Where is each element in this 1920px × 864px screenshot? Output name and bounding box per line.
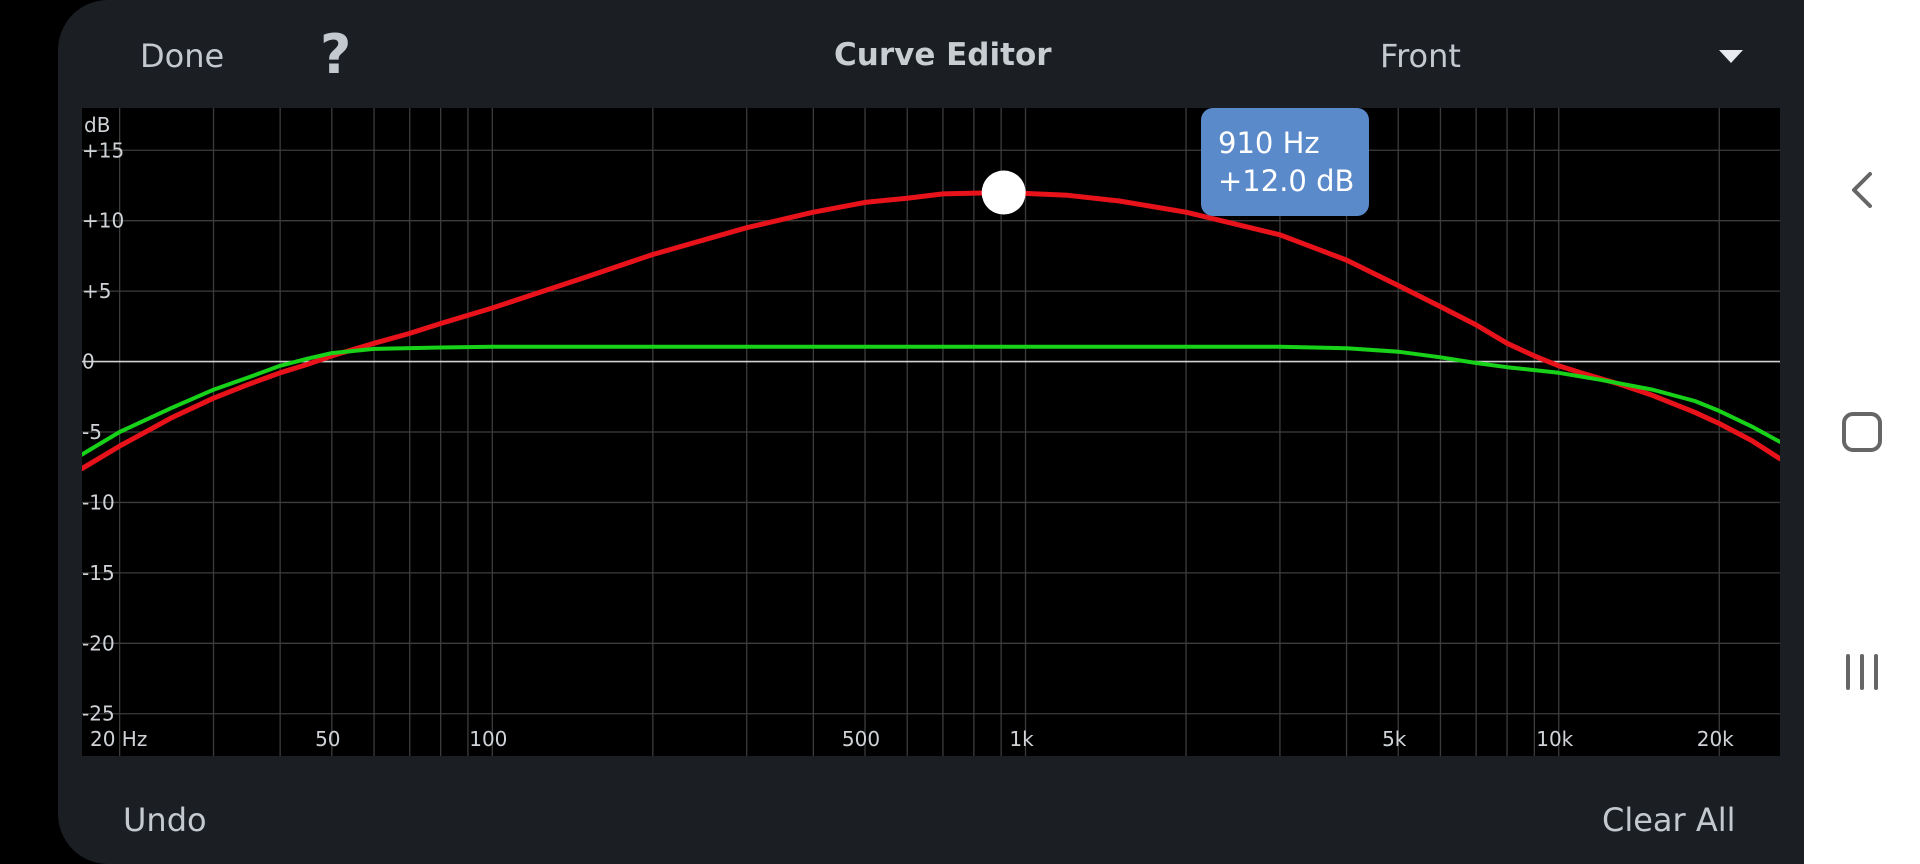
y-tick-label: +5 xyxy=(82,279,111,303)
dropdown-arrow-icon[interactable] xyxy=(1719,50,1743,63)
result-curve-line xyxy=(82,344,1780,457)
undo-button[interactable]: Undo xyxy=(123,804,207,836)
x-tick-label: 10k xyxy=(1536,727,1573,751)
y-axis-unit-label: dB xyxy=(84,113,110,137)
y-tick-label: -25 xyxy=(82,702,115,726)
x-tick-label: 5k xyxy=(1382,727,1407,751)
x-tick-label: 20k xyxy=(1697,727,1734,751)
curve-editor-app: Done ? Curve Editor Front dB +15 +10 +5 0 -5 -… xyxy=(58,0,1804,864)
control-point-handle[interactable] xyxy=(981,170,1026,215)
y-tick-label: -20 xyxy=(82,631,115,655)
y-tick-label: -5 xyxy=(82,420,102,444)
page-title: Curve Editor xyxy=(834,37,1052,73)
eq-curve-chart[interactable]: dB+15 +10 +5 0 -5 -10 -15 -20 -2520 Hz 50 100 500 1k… xyxy=(82,108,1780,756)
home-square-icon[interactable] xyxy=(1840,410,1884,454)
tooltip-frequency: 910 Hz xyxy=(1218,126,1320,160)
recents-lines-icon[interactable] xyxy=(1842,652,1882,692)
help-icon[interactable]: ? xyxy=(320,28,351,82)
y-tick-label: -10 xyxy=(82,490,115,514)
control-point-tooltip: 910 Hz +12.0 dB xyxy=(1201,108,1369,216)
clear-all-button[interactable]: Clear All xyxy=(1602,804,1736,836)
eq-graph-area[interactable]: dB +15 +10 +5 0 -5 -10 -15 -20 -25 20 Hz 50 100 500 1k… xyxy=(82,108,1780,756)
x-tick-label: 100 xyxy=(469,727,507,751)
y-tick-label: +15 xyxy=(82,138,124,162)
tooltip-gain: +12.0 dB xyxy=(1218,164,1355,198)
bottom-toolbar: Undo Clear All xyxy=(58,756,1804,864)
target-curve-line xyxy=(82,190,1780,472)
back-chevron-icon[interactable] xyxy=(1846,170,1878,210)
done-button[interactable]: Done xyxy=(140,40,224,72)
x-tick-label: 20 Hz xyxy=(90,727,147,751)
system-nav-bar xyxy=(1804,0,1920,864)
channel-select-value[interactable]: Front xyxy=(1380,40,1461,72)
y-tick-label: 0 xyxy=(82,350,95,374)
y-tick-label: +10 xyxy=(82,209,124,233)
x-tick-label: 50 xyxy=(315,727,340,751)
y-tick-label: -15 xyxy=(82,561,115,585)
top-toolbar: Done ? Curve Editor Front xyxy=(58,0,1804,108)
x-tick-label: 1k xyxy=(1009,727,1034,751)
x-tick-label: 500 xyxy=(842,727,880,751)
